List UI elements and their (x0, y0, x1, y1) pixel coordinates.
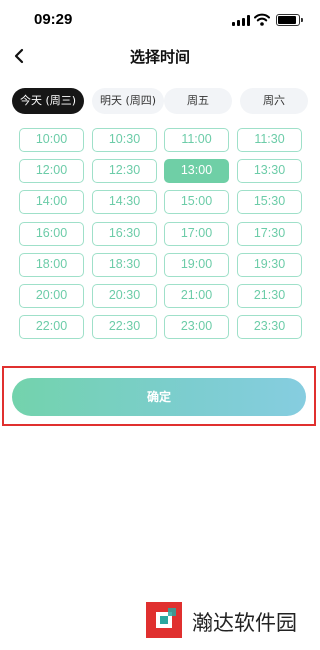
wifi-icon (254, 13, 270, 26)
time-slot[interactable]: 16:30 (92, 222, 157, 246)
confirm-button[interactable]: 确定 (12, 378, 306, 416)
battery-icon (276, 14, 303, 26)
time-slot[interactable]: 19:30 (237, 253, 302, 277)
time-slot[interactable]: 14:30 (92, 190, 157, 214)
time-slot[interactable]: 22:00 (19, 315, 84, 339)
signal-icon (232, 15, 250, 26)
time-slot[interactable]: 18:30 (92, 253, 157, 277)
time-slot[interactable]: 23:30 (237, 315, 302, 339)
time-slot[interactable]: 11:30 (237, 128, 302, 152)
nav-bar: 选择时间 (0, 40, 320, 74)
time-slot[interactable]: 12:00 (19, 159, 84, 183)
time-slot[interactable]: 20:00 (19, 284, 84, 308)
time-slot[interactable]: 11:00 (164, 128, 229, 152)
status-bar: 09:29 (0, 0, 320, 40)
time-slot[interactable]: 10:00 (19, 128, 84, 152)
time-slot[interactable]: 12:30 (92, 159, 157, 183)
time-slot[interactable]: 21:30 (237, 284, 302, 308)
day-tabs: 今天 (周三) 明天 (周四) 周五 周六 (12, 88, 312, 114)
time-slot[interactable]: 16:00 (19, 222, 84, 246)
time-slot[interactable]: 20:30 (92, 284, 157, 308)
tab-saturday[interactable]: 周六 (240, 88, 308, 114)
tab-friday[interactable]: 周五 (164, 88, 232, 114)
time-slot[interactable]: 18:00 (19, 253, 84, 277)
time-slot[interactable]: 22:30 (92, 315, 157, 339)
time-slot[interactable]: 13:00 (164, 159, 229, 183)
watermark-logo-icon (142, 598, 186, 642)
time-slot[interactable]: 23:00 (164, 315, 229, 339)
time-slot[interactable]: 13:30 (237, 159, 302, 183)
time-slot[interactable]: 15:00 (164, 190, 229, 214)
time-slot[interactable]: 21:00 (164, 284, 229, 308)
time-slot[interactable]: 19:00 (164, 253, 229, 277)
watermark-text: 瀚达软件园 (192, 611, 297, 635)
time-slot-grid: 10:00 10:30 11:00 11:30 12:00 12:30 13:0… (19, 128, 303, 340)
time-slot[interactable]: 17:30 (237, 222, 302, 246)
status-time: 09:29 (34, 11, 73, 28)
watermark: 瀚达软件园 (142, 598, 312, 642)
time-slot[interactable]: 17:00 (164, 222, 229, 246)
time-slot[interactable]: 14:00 (19, 190, 84, 214)
page-title: 选择时间 (129, 48, 190, 66)
tab-tomorrow[interactable]: 明天 (周四) (92, 88, 164, 114)
time-slot[interactable]: 15:30 (237, 190, 302, 214)
time-slot[interactable]: 10:30 (92, 128, 157, 152)
tab-today[interactable]: 今天 (周三) (12, 88, 84, 114)
